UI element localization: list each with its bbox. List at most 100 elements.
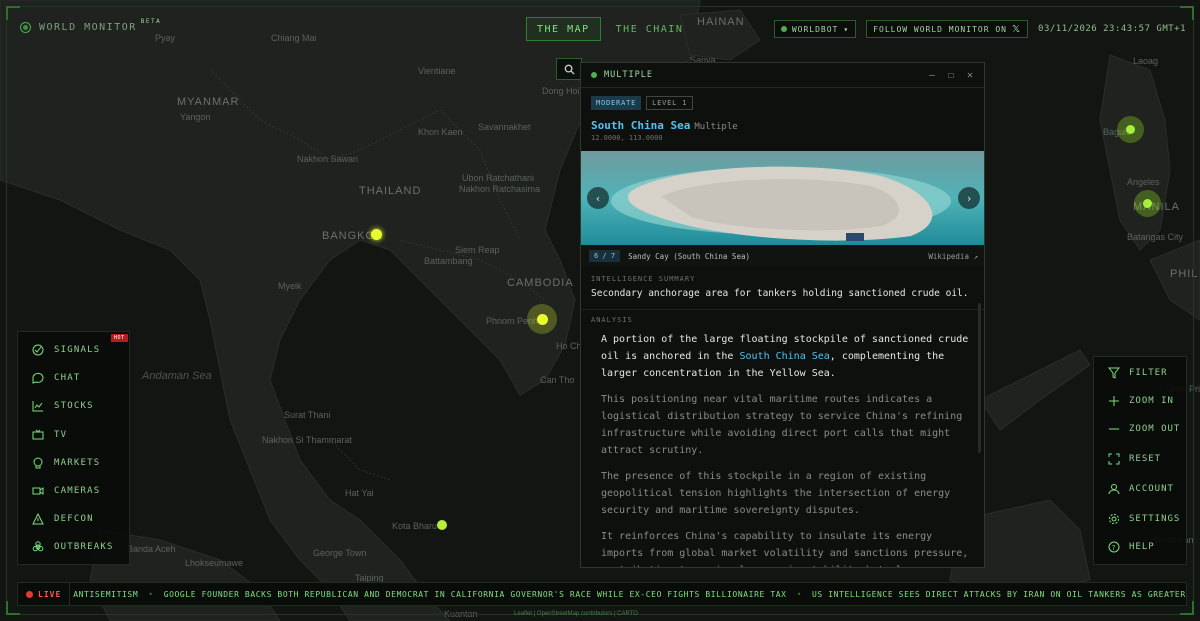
nav-label: DEFCON bbox=[54, 514, 94, 524]
map-place-label: Andaman Sea bbox=[142, 370, 212, 382]
control-label: ACCOUNT bbox=[1129, 484, 1174, 494]
plus-icon bbox=[1109, 396, 1119, 406]
control-label: ZOOM OUT bbox=[1129, 424, 1181, 434]
nav-cameras[interactable]: CAMERAS bbox=[32, 485, 100, 497]
ticker-item[interactable]: ANTISEMITISM bbox=[73, 590, 138, 599]
control-label: HELP bbox=[1129, 542, 1155, 552]
map-place-label: Surat Thani bbox=[284, 410, 331, 420]
tab-the-map[interactable]: THE MAP bbox=[526, 17, 601, 41]
status-dot bbox=[780, 26, 787, 32]
next-photo-button[interactable]: › bbox=[958, 187, 980, 209]
topbar-right: WORLDBOT ▾ FOLLOW WORLD MONITOR ON 𝕏 03/… bbox=[773, 20, 1186, 38]
news-ticker[interactable]: LIVE ANTISEMITISM • GOOGLE FOUNDER BACKS… bbox=[17, 582, 1187, 606]
control-label: ZOOM IN bbox=[1129, 396, 1174, 406]
map-attribution[interactable]: Leaflet | OpenStreetMap contributors | C… bbox=[514, 611, 638, 617]
map-place-label: PHIL bbox=[1170, 268, 1199, 280]
minimize-icon[interactable]: — bbox=[929, 70, 936, 81]
tab-the-chain[interactable]: THE CHAIN bbox=[605, 17, 695, 41]
map-place-label: Myeik bbox=[278, 281, 302, 291]
tv-icon bbox=[32, 429, 44, 440]
map-place-label: Hat Yai bbox=[345, 488, 374, 498]
account-button[interactable]: ACCOUNT bbox=[1108, 483, 1174, 495]
map-controls-panel: FILTER ZOOM IN ZOOM OUT RESET ACCOUNT SE… bbox=[1093, 356, 1187, 565]
map-place-label: Nakhon Sawan bbox=[297, 154, 359, 164]
ticker-item[interactable]: GOOGLE FOUNDER BACKS BOTH REPUBLICAN AND… bbox=[164, 590, 787, 599]
wikipedia-link[interactable]: Wikipedia ↗ bbox=[928, 252, 978, 261]
location-link[interactable]: South China Sea bbox=[739, 351, 829, 362]
map-place-label: George Town bbox=[313, 548, 367, 558]
globe-logo-icon bbox=[20, 22, 31, 33]
follow-label: FOLLOW WORLD MONITOR ON bbox=[873, 24, 1007, 34]
stocks-chart-icon bbox=[32, 401, 43, 412]
map-place-label: Dong Hoi bbox=[542, 86, 580, 96]
location-type: Multiple bbox=[694, 122, 738, 132]
maximize-icon[interactable]: ☐ bbox=[948, 70, 955, 81]
map-place-label: Banda Aceh bbox=[127, 544, 176, 554]
nav-signals[interactable]: SIGNALS bbox=[32, 344, 100, 356]
brand-name: WORLD MONITOR bbox=[39, 22, 137, 33]
popup-header: MULTIPLE — ☐ ✕ bbox=[581, 63, 984, 88]
scrollbar[interactable] bbox=[978, 303, 981, 453]
event-marker[interactable] bbox=[371, 229, 382, 240]
close-icon[interactable]: ✕ bbox=[967, 70, 974, 81]
photo-counter: 6 / 7 bbox=[589, 250, 621, 262]
map-place-label: Kota Bharu bbox=[392, 521, 438, 531]
location-title: South China Sea Multiple bbox=[591, 119, 738, 132]
zoom-out-button[interactable]: ZOOM OUT bbox=[1108, 423, 1180, 435]
nav-markets[interactable]: MARKETS bbox=[32, 457, 100, 469]
nav-chat[interactable]: CHAT bbox=[32, 372, 80, 384]
map-place-label: Can Tho bbox=[540, 375, 575, 385]
help-icon: ? bbox=[1108, 541, 1120, 553]
event-marker[interactable] bbox=[437, 520, 447, 530]
nav-label: CAMERAS bbox=[54, 486, 101, 496]
x-logo-icon: 𝕏 bbox=[1011, 23, 1022, 35]
nav-outbreaks[interactable]: OUTBREAKS bbox=[32, 541, 114, 553]
help-button[interactable]: ? HELP bbox=[1108, 541, 1155, 553]
analysis-paragraph: It reinforces China's capability to insu… bbox=[601, 531, 969, 567]
gear-icon bbox=[1108, 513, 1120, 525]
zoom-in-button[interactable]: ZOOM IN bbox=[1108, 395, 1174, 407]
nav-defcon[interactable]: DEFCON bbox=[32, 513, 94, 525]
brand[interactable]: WORLD MONITOR BETA bbox=[20, 18, 165, 33]
separator-icon: • bbox=[148, 589, 154, 599]
nav-tv[interactable]: TV bbox=[32, 429, 67, 441]
expand-icon bbox=[1108, 453, 1120, 465]
divider bbox=[581, 309, 984, 310]
worldbot-label: WORLDBOT bbox=[791, 24, 839, 34]
map-place-label: Batangas City bbox=[1127, 232, 1184, 242]
nav-label: MARKETS bbox=[54, 458, 101, 468]
map-place-label: THAILAND bbox=[359, 185, 422, 197]
reset-button[interactable]: RESET bbox=[1108, 453, 1161, 465]
view-tabs: THE MAP THE CHAIN bbox=[526, 17, 694, 41]
summary-label: INTELLIGENCE SUMMARY bbox=[591, 275, 696, 283]
map-place-label: MYANMAR bbox=[177, 96, 240, 108]
follow-button[interactable]: FOLLOW WORLD MONITOR ON 𝕏 bbox=[866, 20, 1029, 38]
nav-label: OUTBREAKS bbox=[54, 542, 114, 552]
source-label: Wikipedia bbox=[928, 251, 969, 261]
hot-badge: HOT bbox=[111, 334, 128, 342]
svg-text:?: ? bbox=[1112, 544, 1117, 552]
warning-icon bbox=[32, 513, 44, 525]
map-place-label: Nakhon Ratchasima bbox=[459, 184, 541, 194]
coordinates: 12.0000, 113.0000 bbox=[591, 134, 663, 142]
prev-photo-button[interactable]: ‹ bbox=[587, 187, 609, 209]
filter-icon bbox=[1108, 367, 1120, 379]
nav-stocks[interactable]: STOCKS bbox=[32, 400, 94, 412]
settings-button[interactable]: SETTINGS bbox=[1108, 513, 1180, 525]
event-marker[interactable] bbox=[537, 314, 548, 325]
clock: 03/11/2026 23:43:57 GMT+1 bbox=[1038, 24, 1186, 34]
event-marker[interactable] bbox=[1126, 125, 1135, 134]
filter-button[interactable]: FILTER bbox=[1108, 367, 1168, 379]
analysis-paragraph: The presence of this stockpile in a regi… bbox=[601, 471, 951, 516]
event-marker[interactable] bbox=[1143, 199, 1152, 208]
worldbot-dropdown[interactable]: WORLDBOT ▾ bbox=[773, 20, 857, 38]
external-link-icon: ↗ bbox=[973, 251, 978, 261]
separator-icon: • bbox=[796, 589, 802, 599]
analysis-paragraph: A portion of the large floating stockpil… bbox=[601, 331, 971, 382]
search-button[interactable] bbox=[556, 58, 582, 80]
ticker-item[interactable]: US INTELLIGENCE SEES DIRECT ATTACKS BY I… bbox=[812, 590, 1186, 599]
map-place-label: Savannakhet bbox=[478, 122, 531, 132]
map-place-label: HAINAN bbox=[697, 16, 745, 28]
photo-caption-bar: 6 / 7 Sandy Cay (South China Sea) Wikipe… bbox=[581, 245, 984, 267]
ticker-end-icon: —◦ bbox=[1167, 588, 1178, 598]
